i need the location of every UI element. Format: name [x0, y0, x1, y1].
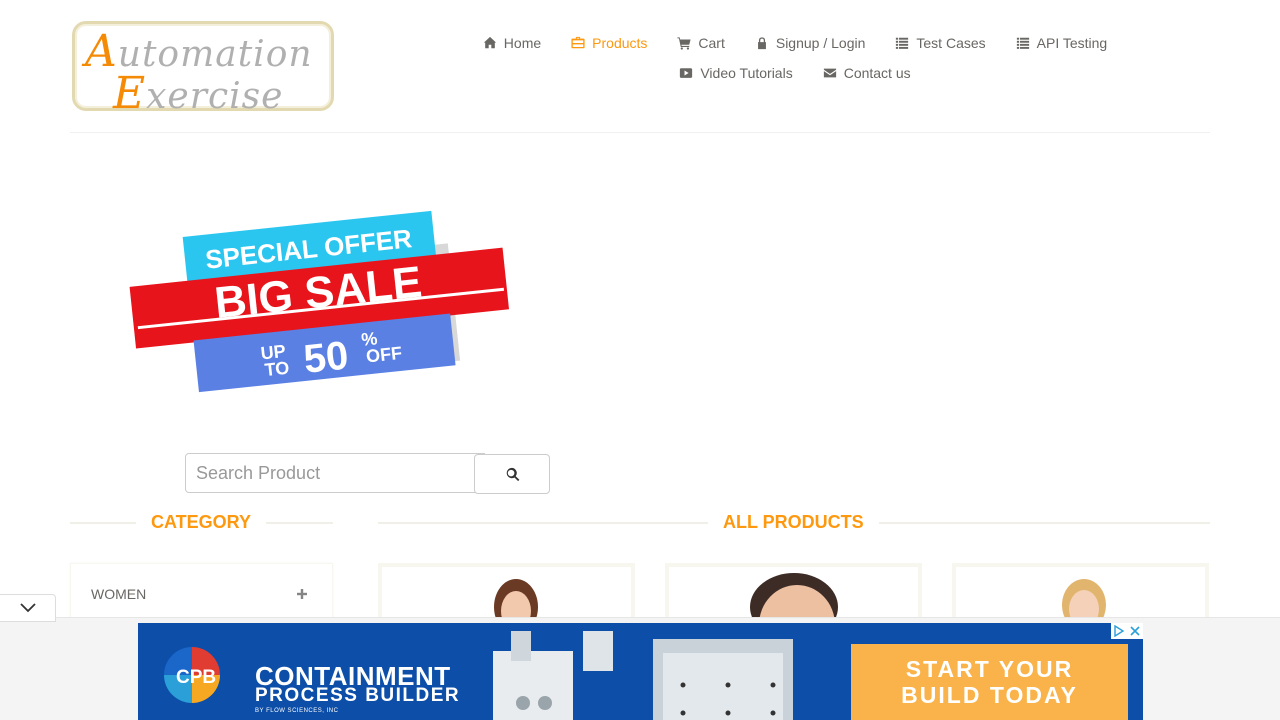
search-icon — [506, 467, 519, 481]
cart-icon — [677, 37, 691, 50]
category-title: Category — [136, 512, 267, 533]
nav-row-2: Video Tutorials Contact us — [470, 58, 1120, 88]
nav-api-testing-label: API Testing — [1036, 35, 1108, 51]
home-icon — [483, 36, 496, 49]
ad-subheadline: PROCESS BUILDER — [255, 685, 461, 706]
site-logo[interactable]: Automation Exercise — [72, 21, 334, 119]
collapse-ad-toggle[interactable] — [0, 594, 56, 622]
nav-contact-us-label: Contact us — [843, 65, 911, 81]
sale-banner: SPECIAL OFFER BIG SALE UP TO 50 % OFF — [120, 205, 520, 395]
ad-banner[interactable]: CPB CONTAINMENT PROCESS BUILDER BY FLOW … — [138, 623, 1143, 720]
ad-close-icon[interactable] — [1127, 623, 1143, 639]
nav-signup-login-label: Signup / Login — [775, 35, 866, 51]
nav-home[interactable]: Home — [483, 28, 541, 58]
ad-cta-line2: BUILD TODAY — [901, 682, 1078, 708]
site-header: Automation Exercise Home Products Cart S… — [70, 0, 1210, 133]
ad-controls — [1111, 623, 1143, 639]
ad-byline: BY FLOW SCIENCES, INC — [255, 708, 339, 714]
logo-text-2: xercise — [146, 76, 284, 117]
adchoices-icon[interactable] — [1111, 623, 1127, 639]
logo-cap-e: E — [113, 68, 147, 119]
list-icon — [1016, 37, 1029, 49]
sale-banner-graphic: SPECIAL OFFER BIG SALE UP TO 50 % OFF — [129, 210, 510, 393]
category-title-wrap: Category — [70, 512, 333, 533]
category-item-women[interactable]: WOMEN — [91, 586, 307, 602]
ad-cta-line1: START YOUR — [905, 656, 1074, 682]
ad-cta-button[interactable]: START YOUR BUILD TODAY — [851, 644, 1128, 720]
ad-product-image — [493, 631, 793, 720]
envelope-icon — [823, 68, 836, 78]
nav-products[interactable]: Products — [571, 28, 647, 58]
youtube-icon — [680, 68, 693, 78]
nav-test-cases[interactable]: Test Cases — [895, 28, 986, 58]
close-icon — [1130, 626, 1140, 636]
nav-row-1: Home Products Cart Signup / Login Test C… — [470, 28, 1120, 58]
nav-api-testing[interactable]: API Testing — [1016, 28, 1108, 58]
banner-text-off: OFF — [365, 343, 403, 367]
list-icon — [896, 37, 909, 49]
nav-video-tutorials[interactable]: Video Tutorials — [679, 58, 793, 88]
lock-icon — [757, 37, 766, 50]
plus-icon[interactable] — [297, 586, 307, 602]
adchoices-glyph — [1114, 625, 1125, 637]
banner-text-50: 50 — [302, 333, 351, 381]
chevron-down-icon — [19, 603, 36, 613]
nav-products-label: Products — [592, 35, 648, 51]
nav-cart[interactable]: Cart — [677, 28, 725, 58]
nav-cart-label: Cart — [698, 35, 725, 51]
banner-text-to: TO — [264, 358, 291, 380]
search-product-input[interactable] — [185, 453, 485, 493]
nav-home-label: Home — [503, 35, 542, 51]
main-nav: Home Products Cart Signup / Login Test C… — [470, 28, 1120, 88]
nav-test-cases-label: Test Cases — [916, 35, 986, 51]
logo-line-2: Exercise — [113, 68, 283, 119]
products-title: All Products — [708, 512, 879, 533]
nav-video-tutorials-label: Video Tutorials — [700, 65, 793, 81]
category-item-women-label: WOMEN — [91, 586, 147, 602]
plus-icon-glyph — [297, 589, 307, 599]
nav-signup-login[interactable]: Signup / Login — [755, 28, 866, 58]
nav-contact-us[interactable]: Contact us — [823, 58, 911, 88]
briefcase-icon — [571, 36, 585, 49]
products-title-wrap: All Products — [378, 512, 1210, 533]
search-button[interactable] — [474, 454, 550, 494]
ad-logo-text: CPB — [176, 667, 217, 688]
